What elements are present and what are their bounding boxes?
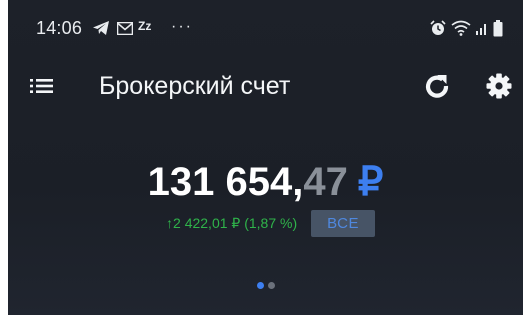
signal-icon [474, 19, 490, 37]
page-indicator [257, 282, 275, 289]
more-icon: ··· [171, 18, 193, 35]
balance-change: ↑2 422,01 ₽ (1,87 %) [166, 215, 297, 232]
mail-icon [116, 19, 134, 37]
page-dot[interactable] [268, 282, 275, 289]
currency-symbol: ₽ [357, 160, 384, 204]
gear-icon[interactable] [484, 71, 514, 101]
page-dot-active[interactable] [257, 282, 264, 289]
balance-integer: 131 654, [147, 160, 304, 204]
wifi-icon [450, 19, 472, 37]
list-menu-icon[interactable] [28, 72, 58, 100]
app-bar: Брокерский счет [8, 60, 523, 112]
period-all-button[interactable]: ВСЕ [311, 210, 375, 237]
app-screen: 14:06 Zz ··· Брокерский счет 131 654,47 … [8, 0, 523, 315]
telegram-icon [91, 19, 111, 37]
arrow-up-icon: ↑ [166, 215, 174, 231]
refresh-icon[interactable] [422, 71, 452, 101]
status-time: 14:06 [36, 18, 83, 38]
portfolio-balance: 131 654,47 ₽ [8, 158, 523, 206]
balance-fraction: 47 [303, 160, 348, 204]
battery-icon [492, 19, 504, 37]
page-title: Брокерский счет [99, 72, 291, 100]
alarm-icon [429, 19, 447, 37]
status-bar: 14:06 Zz ··· [8, 0, 523, 56]
balance-change-row: ↑2 422,01 ₽ (1,87 %) ВСЕ [8, 210, 523, 237]
sleep-icon: Zz [138, 19, 152, 33]
balance-change-value: 2 422,01 ₽ (1,87 %) [173, 215, 298, 231]
